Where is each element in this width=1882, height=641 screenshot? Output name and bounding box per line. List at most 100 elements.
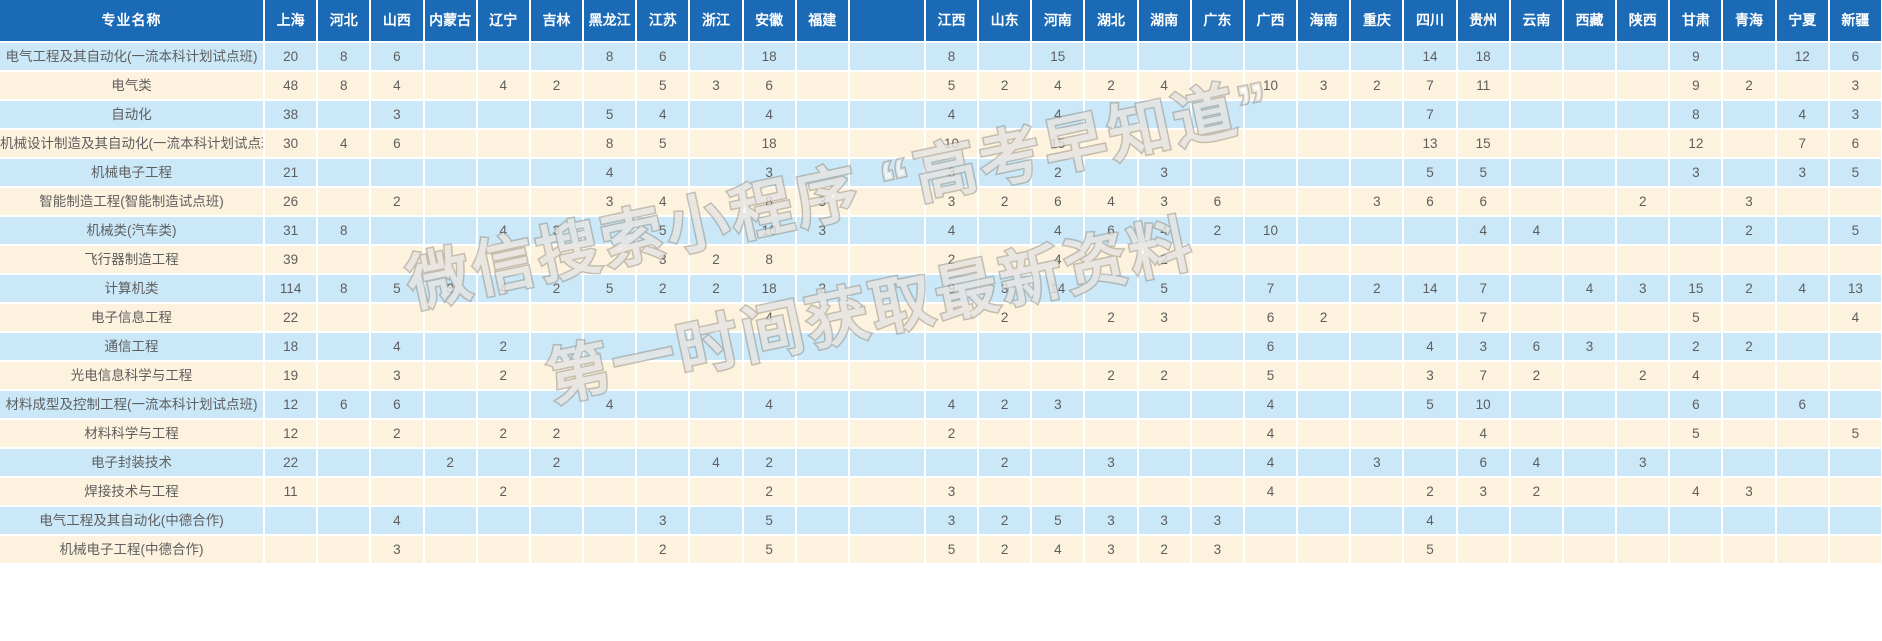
quota-cell: 7 (1456, 303, 1511, 333)
major-name-cell: 智能制造工程(智能制造试点班) (0, 187, 265, 217)
column-header-province[interactable]: 江西 (924, 0, 980, 43)
quota-cell: 6 (1775, 390, 1830, 420)
quota-cell: 6 (1669, 390, 1724, 420)
quota-cell: 5 (1137, 274, 1192, 304)
column-header-province[interactable]: 宁夏 (1775, 0, 1830, 43)
quota-cell (1722, 448, 1777, 478)
quota-cell: 4 (1031, 71, 1086, 101)
quota-cell: 3 (529, 216, 585, 246)
quota-cell: 13 (1403, 129, 1458, 159)
column-header-province[interactable]: 浙江 (689, 0, 744, 43)
quota-cell (689, 535, 744, 565)
quota-cell (1190, 129, 1245, 159)
quota-cell: 4 (636, 100, 691, 130)
quota-cell (1031, 419, 1086, 449)
quota-cell (1137, 332, 1192, 362)
column-header-province[interactable]: 新疆 (1828, 0, 1882, 43)
quota-cell (370, 477, 425, 507)
major-name-cell: 电气类 (0, 71, 265, 101)
quota-cell (1456, 535, 1511, 565)
quota-cell (1616, 100, 1671, 130)
quota-cell (1509, 187, 1564, 217)
quota-cell: 15 (1456, 129, 1511, 159)
quota-cell: 3 (1137, 187, 1192, 217)
column-header-province[interactable]: 内蒙古 (423, 0, 478, 43)
quota-cell (423, 390, 478, 420)
column-header-province[interactable]: 广东 (1190, 0, 1245, 43)
quota-cell: 3 (742, 158, 797, 188)
column-header-province[interactable]: 湖南 (1137, 0, 1192, 43)
quota-cell: 3 (1084, 506, 1139, 536)
quota-cell: 2 (978, 187, 1033, 217)
column-header-province[interactable]: 重庆 (1350, 0, 1405, 43)
column-header-province[interactable]: 福建 (795, 0, 850, 43)
quota-cell: 2 (636, 535, 691, 565)
major-name-cell: 焊接技术与工程 (0, 477, 265, 507)
column-header-province[interactable]: 青海 (1722, 0, 1777, 43)
column-header-major-name[interactable]: 专业名称 (0, 0, 265, 43)
column-header-province[interactable]: 上海 (264, 0, 319, 43)
quota-cell: 2 (689, 274, 744, 304)
quota-cell (370, 158, 425, 188)
column-header-province[interactable]: 河北 (317, 0, 372, 43)
quota-cell (1190, 71, 1245, 101)
column-header-province[interactable]: 海南 (1297, 0, 1352, 43)
spacer-cell (848, 71, 926, 101)
quota-cell (978, 332, 1033, 362)
quota-cell: 2 (1084, 71, 1139, 101)
quota-cell (795, 71, 850, 101)
quota-cell (423, 129, 478, 159)
quota-cell (1297, 245, 1352, 275)
quota-cell: 6 (1828, 42, 1882, 72)
column-header-province[interactable]: 黑龙江 (583, 0, 638, 43)
table-row: 机械类(汽车类) 31 8 4 3 5 10 3 4 4 6 4 2 10 4 4 2 5 (0, 216, 1882, 246)
quota-cell: 4 (476, 274, 531, 304)
quota-cell (1562, 419, 1618, 449)
column-header-province[interactable]: 山东 (978, 0, 1033, 43)
quota-cell (1775, 506, 1830, 536)
quota-cell: 3 (583, 187, 638, 217)
quota-cell: 3 (1616, 274, 1671, 304)
column-header-province[interactable]: 山西 (370, 0, 425, 43)
quota-cell: 2 (1403, 477, 1458, 507)
column-header-province[interactable]: 西藏 (1562, 0, 1618, 43)
quota-cell: 3 (636, 506, 691, 536)
quota-cell (1775, 361, 1830, 391)
column-header-province[interactable]: 贵州 (1456, 0, 1511, 43)
column-header-province[interactable]: 湖北 (1084, 0, 1139, 43)
quota-cell (1722, 506, 1777, 536)
quota-cell: 38 (264, 100, 319, 130)
quota-cell: 2 (529, 448, 585, 478)
quota-cell (795, 448, 850, 478)
quota-cell (423, 332, 478, 362)
quota-cell (1562, 42, 1618, 72)
quota-cell (689, 42, 744, 72)
quota-cell: 4 (924, 390, 980, 420)
quota-cell: 6 (1243, 332, 1299, 362)
column-header-province[interactable]: 四川 (1403, 0, 1458, 43)
column-header-province[interactable]: 辽宁 (476, 0, 531, 43)
column-header-province[interactable]: 陕西 (1616, 0, 1671, 43)
column-header-province[interactable]: 吉林 (529, 0, 585, 43)
quota-cell: 4 (370, 332, 425, 362)
column-header-province[interactable]: 甘肃 (1669, 0, 1724, 43)
column-header-province[interactable]: 江苏 (636, 0, 691, 43)
quota-cell: 3 (924, 187, 980, 217)
quota-cell (1509, 42, 1564, 72)
column-header-province[interactable]: 安徽 (742, 0, 797, 43)
quota-cell (1828, 187, 1882, 217)
column-header-province[interactable]: 云南 (1509, 0, 1564, 43)
column-header-province[interactable]: 河南 (1031, 0, 1086, 43)
spacer-cell (848, 303, 926, 333)
column-header-province[interactable]: 广西 (1243, 0, 1299, 43)
quota-cell: 15 (1669, 274, 1724, 304)
quota-cell (1775, 477, 1830, 507)
quota-cell (1403, 245, 1458, 275)
major-name-cell: 机械电子工程(中德合作) (0, 535, 265, 565)
quota-cell (1190, 303, 1245, 333)
quota-cell (1137, 42, 1192, 72)
quota-cell (742, 419, 797, 449)
quota-cell: 5 (1456, 158, 1511, 188)
quota-cell (317, 100, 372, 130)
quota-cell (1775, 216, 1830, 246)
